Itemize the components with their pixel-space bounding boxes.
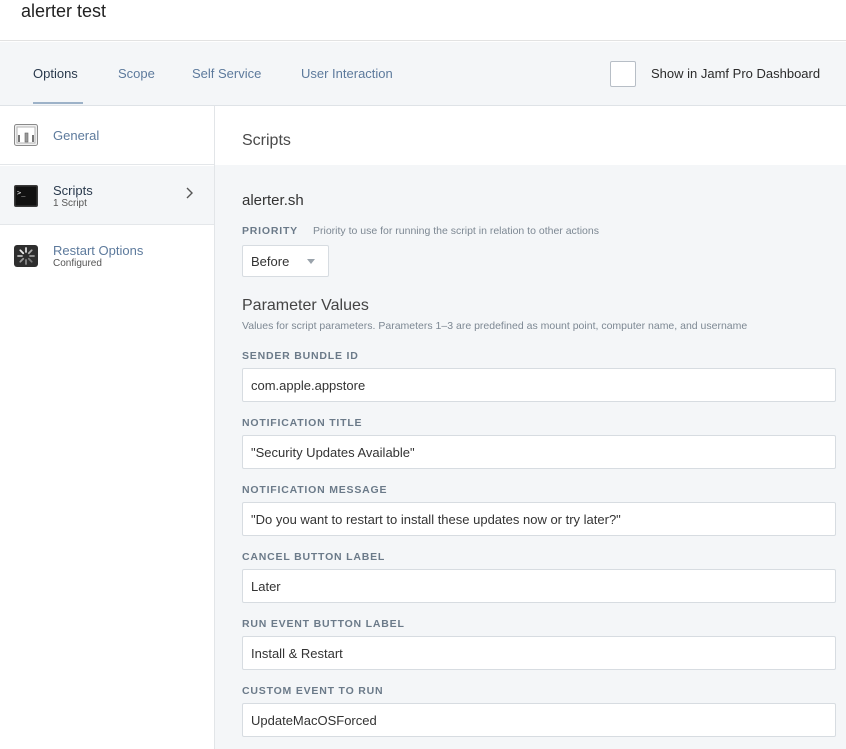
general-icon [14,124,38,146]
sidebar-item-subtitle: Configured [53,258,102,269]
tab-user-interaction[interactable]: User Interaction [301,66,393,81]
notification-message-input[interactable] [242,502,836,536]
run-event-button-label-input[interactable] [242,636,836,670]
script-name: alerter.sh [242,192,304,209]
cancel-button-label-input[interactable] [242,569,836,603]
sidebar-item-label: Restart Options [53,243,144,258]
sidebar-item-general[interactable]: General [0,106,214,165]
notification-title-input[interactable] [242,435,836,469]
page-title: alerter test [21,1,107,21]
main-panel: Scripts alerter.sh PRIORITY Priority to … [215,106,846,749]
sidebar-item-subtitle: 1 Script [53,198,87,209]
custom-event-label: CUSTOM EVENT TO RUN [242,685,384,697]
sidebar-item-label: General [53,128,100,143]
sidebar-item-restart-options[interactable]: Restart Options Configured [0,226,214,285]
parameter-values-title: Parameter Values [242,297,369,314]
priority-label: PRIORITY [242,225,298,237]
terminal-icon: >_ [14,185,38,207]
chevron-right-icon [186,187,193,199]
sender-bundle-id-input[interactable] [242,368,836,402]
title-bar: alerter test [0,0,846,41]
dashboard-checkbox[interactable] [610,61,636,87]
tab-bar: Options Scope Self Service User Interact… [0,42,846,106]
notification-title-label: NOTIFICATION TITLE [242,417,363,429]
svg-text:>_: >_ [17,189,26,197]
section-header: Scripts [242,132,291,149]
tab-self-service[interactable]: Self Service [192,66,261,81]
priority-select[interactable]: Before [242,245,329,277]
cancel-button-label-label: CANCEL BUTTON LABEL [242,551,386,563]
dashboard-checkbox-label: Show in Jamf Pro Dashboard [651,66,821,81]
main-header: Scripts [215,106,846,165]
active-tab-indicator [33,102,83,104]
notification-message-label: NOTIFICATION MESSAGE [242,484,388,496]
restart-icon [14,245,38,267]
sender-bundle-id-label: SENDER BUNDLE ID [242,350,359,362]
priority-value: Before [251,254,290,269]
priority-hint: Priority to use for running the script i… [313,225,599,237]
run-event-button-label-label: RUN EVENT BUTTON LABEL [242,618,405,630]
parameter-values-description: Values for script parameters. Parameters… [242,320,748,332]
sidebar-item-scripts[interactable]: >_ Scripts 1 Script [0,166,214,225]
custom-event-input[interactable] [242,703,836,737]
tab-options[interactable]: Options [33,66,78,81]
sidebar-item-label: Scripts [53,183,93,198]
sidebar: General >_ Scripts 1 Script Restart Opti… [0,106,215,749]
caret-down-icon [307,259,315,264]
tab-scope[interactable]: Scope [118,66,155,81]
